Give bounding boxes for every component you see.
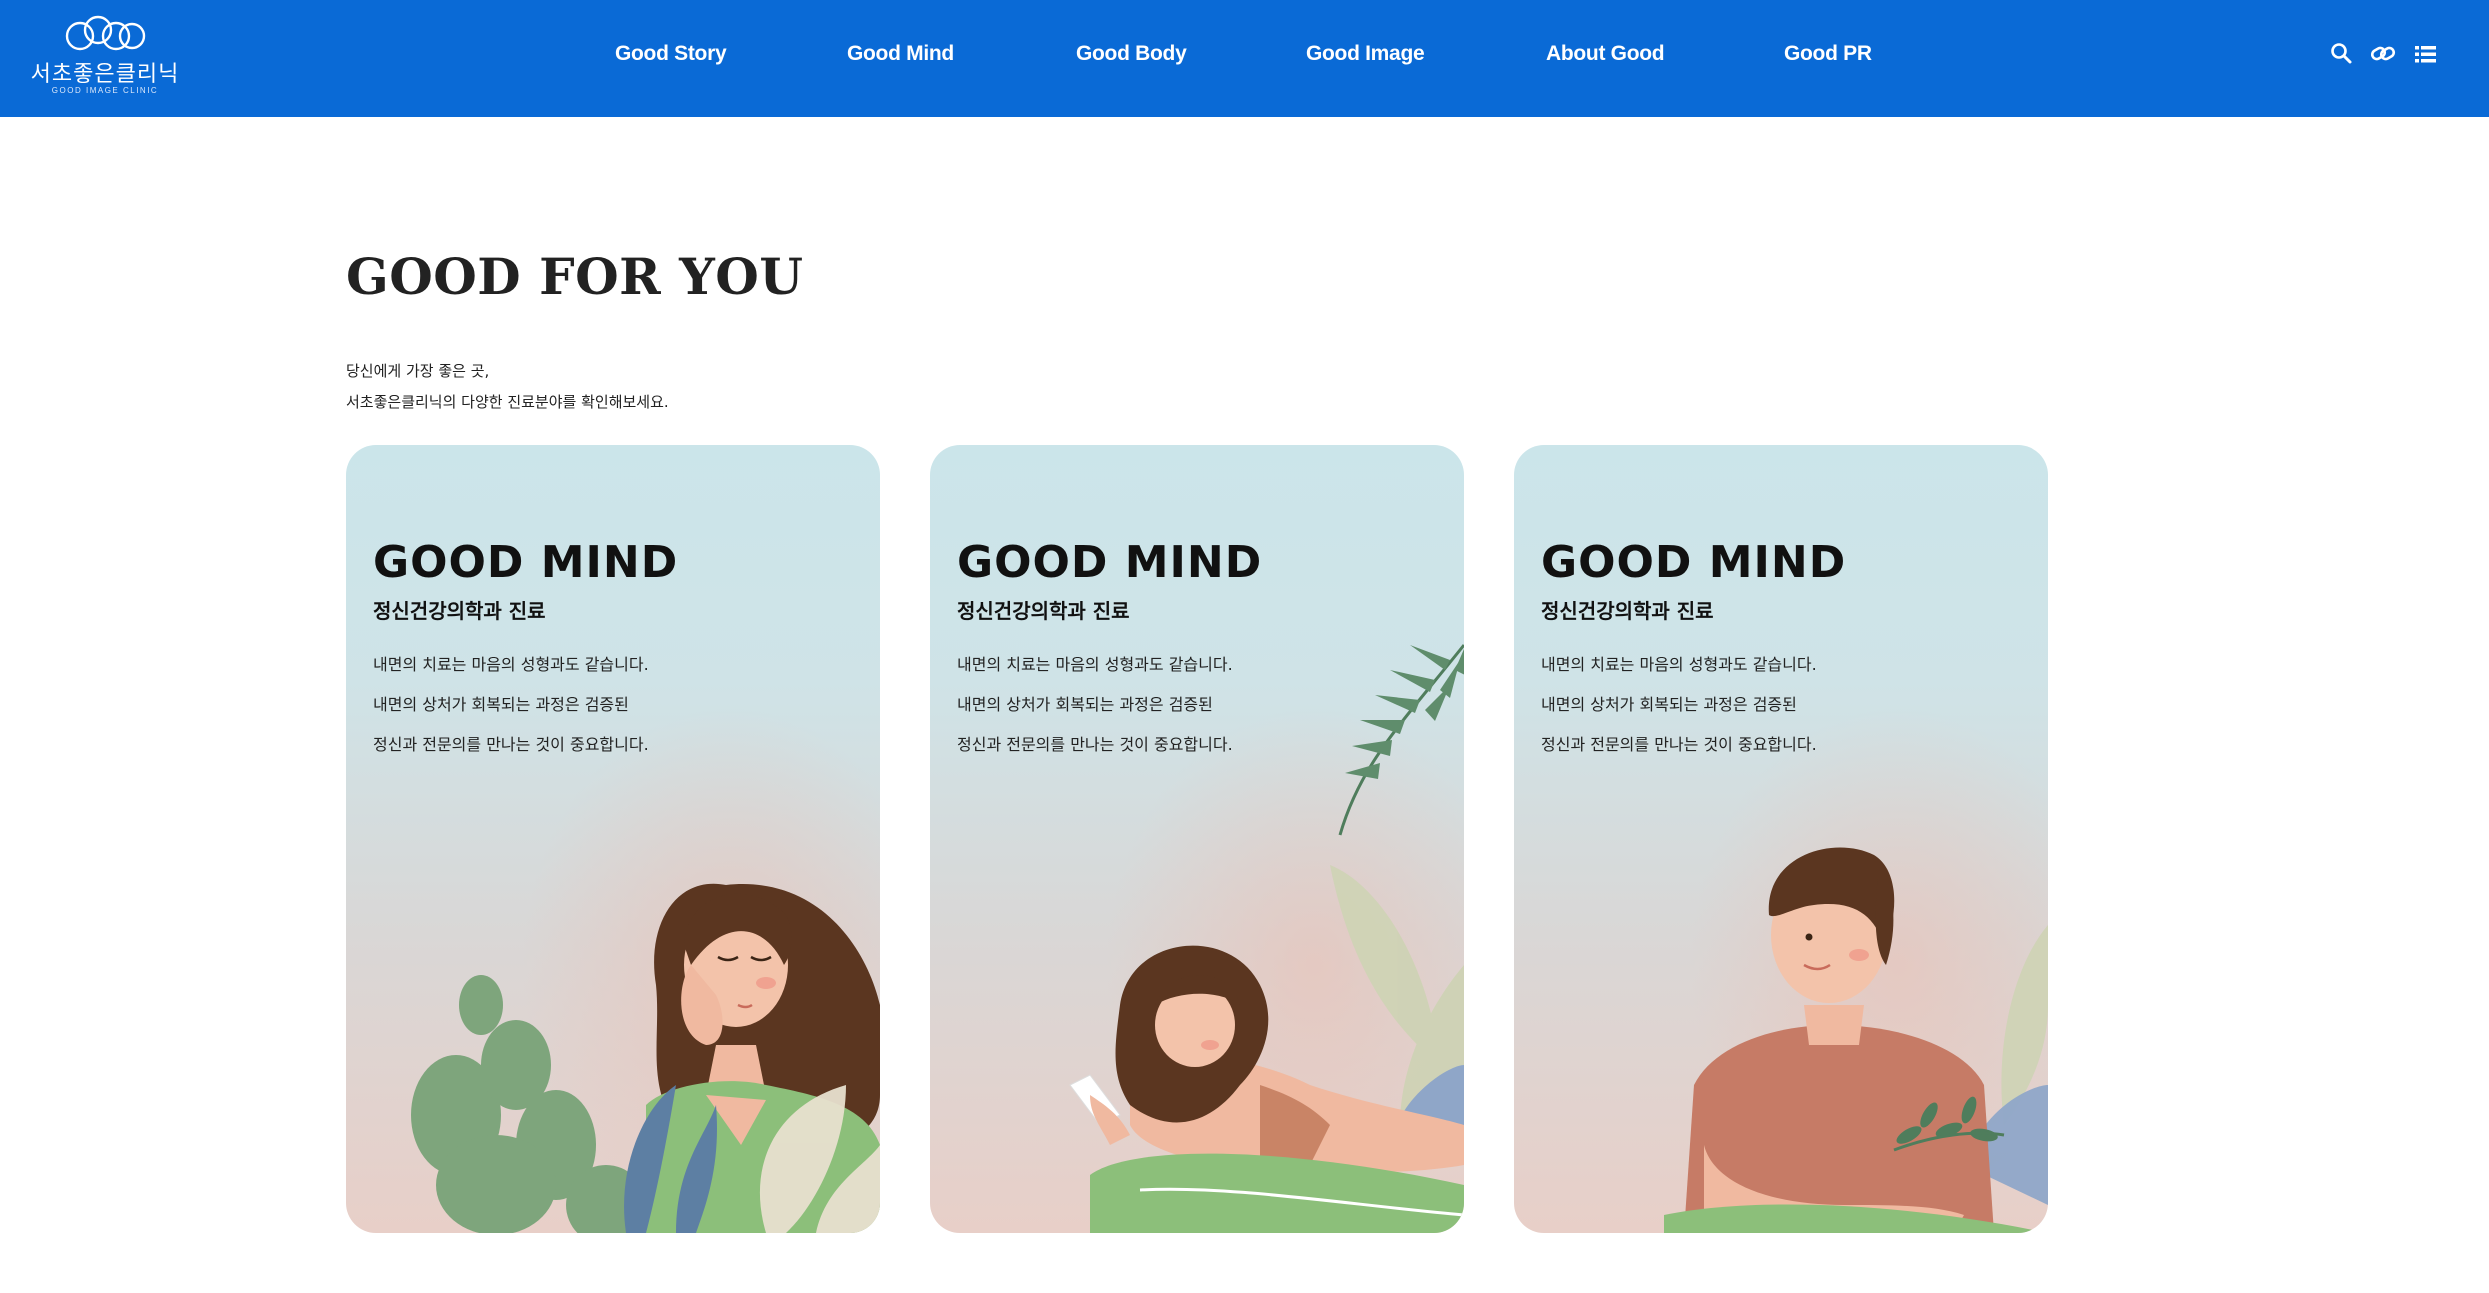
nav-good-story[interactable]: Good Story [615, 42, 727, 66]
service-card-1[interactable]: GOOD MIND 정신건강의학과 진료 내면의 치료는 마음의 성형과도 같습… [346, 445, 880, 1233]
intro-line-2: 서초좋은클리닉의 다양한 진료분야를 확인해보세요. [346, 393, 669, 411]
card-description: 내면의 치료는 마음의 성형과도 같습니다. 내면의 상처가 회복되는 과정은 … [957, 645, 1233, 765]
card-subtitle: 정신건강의학과 진료 [373, 599, 546, 623]
nav-good-image[interactable]: Good Image [1306, 42, 1425, 66]
logo-rings-icon [65, 15, 146, 51]
card-desc-line: 정신과 전문의를 만나는 것이 중요합니다. [373, 735, 649, 754]
menu-list-icon[interactable] [2412, 40, 2440, 68]
card-desc-line: 정신과 전문의를 만나는 것이 중요합니다. [957, 735, 1233, 754]
card-description: 내면의 치료는 마음의 성형과도 같습니다. 내면의 상처가 회복되는 과정은 … [373, 645, 649, 765]
card-subtitle: 정신건강의학과 진료 [1541, 599, 1714, 623]
card-desc-line: 내면의 치료는 마음의 성형과도 같습니다. [373, 655, 649, 674]
logo-english-text: GOOD IMAGE CLINIC [51, 86, 159, 95]
search-icon[interactable] [2328, 40, 2356, 68]
site-logo[interactable]: 서초좋은클리닉 GOOD IMAGE CLINIC [30, 14, 180, 104]
link-icon[interactable] [2369, 40, 2397, 68]
nav-good-body[interactable]: Good Body [1076, 42, 1187, 66]
card-title: GOOD MIND [957, 537, 1263, 588]
section-title: GOOD FOR YOU [346, 247, 804, 306]
card-desc-line: 내면의 치료는 마음의 성형과도 같습니다. [1541, 655, 1817, 674]
service-card-2[interactable]: GOOD MIND 정신건강의학과 진료 내면의 치료는 마음의 성형과도 같습… [930, 445, 1464, 1233]
nav-good-pr[interactable]: Good PR [1784, 42, 1872, 66]
card-title: GOOD MIND [373, 537, 679, 588]
intro-line-1: 당신에게 가장 좋은 곳, [346, 362, 490, 380]
card-title: GOOD MIND [1541, 537, 1847, 588]
card-desc-line: 내면의 상처가 회복되는 과정은 검증된 [957, 695, 1213, 714]
nav-good-mind[interactable]: Good Mind [847, 42, 954, 66]
card-subtitle: 정신건강의학과 진료 [957, 599, 1130, 623]
nav-about-good[interactable]: About Good [1546, 42, 1665, 66]
card-desc-line: 내면의 치료는 마음의 성형과도 같습니다. [957, 655, 1233, 674]
card-desc-line: 내면의 상처가 회복되는 과정은 검증된 [373, 695, 629, 714]
card-description: 내면의 치료는 마음의 성형과도 같습니다. 내면의 상처가 회복되는 과정은 … [1541, 645, 1817, 765]
logo-korean-text: 서초좋은클리닉 [30, 62, 180, 87]
card-desc-line: 정신과 전문의를 만나는 것이 중요합니다. [1541, 735, 1817, 754]
section-intro: 당신에게 가장 좋은 곳, 서초좋은클리닉의 다양한 진료분야를 확인해보세요. [346, 356, 669, 418]
service-card-3[interactable]: GOOD MIND 정신건강의학과 진료 내면의 치료는 마음의 성형과도 같습… [1514, 445, 2048, 1233]
site-header: 서초좋은클리닉 GOOD IMAGE CLINIC Good Story Goo… [0, 0, 2489, 117]
card-desc-line: 내면의 상처가 회복되는 과정은 검증된 [1541, 695, 1797, 714]
